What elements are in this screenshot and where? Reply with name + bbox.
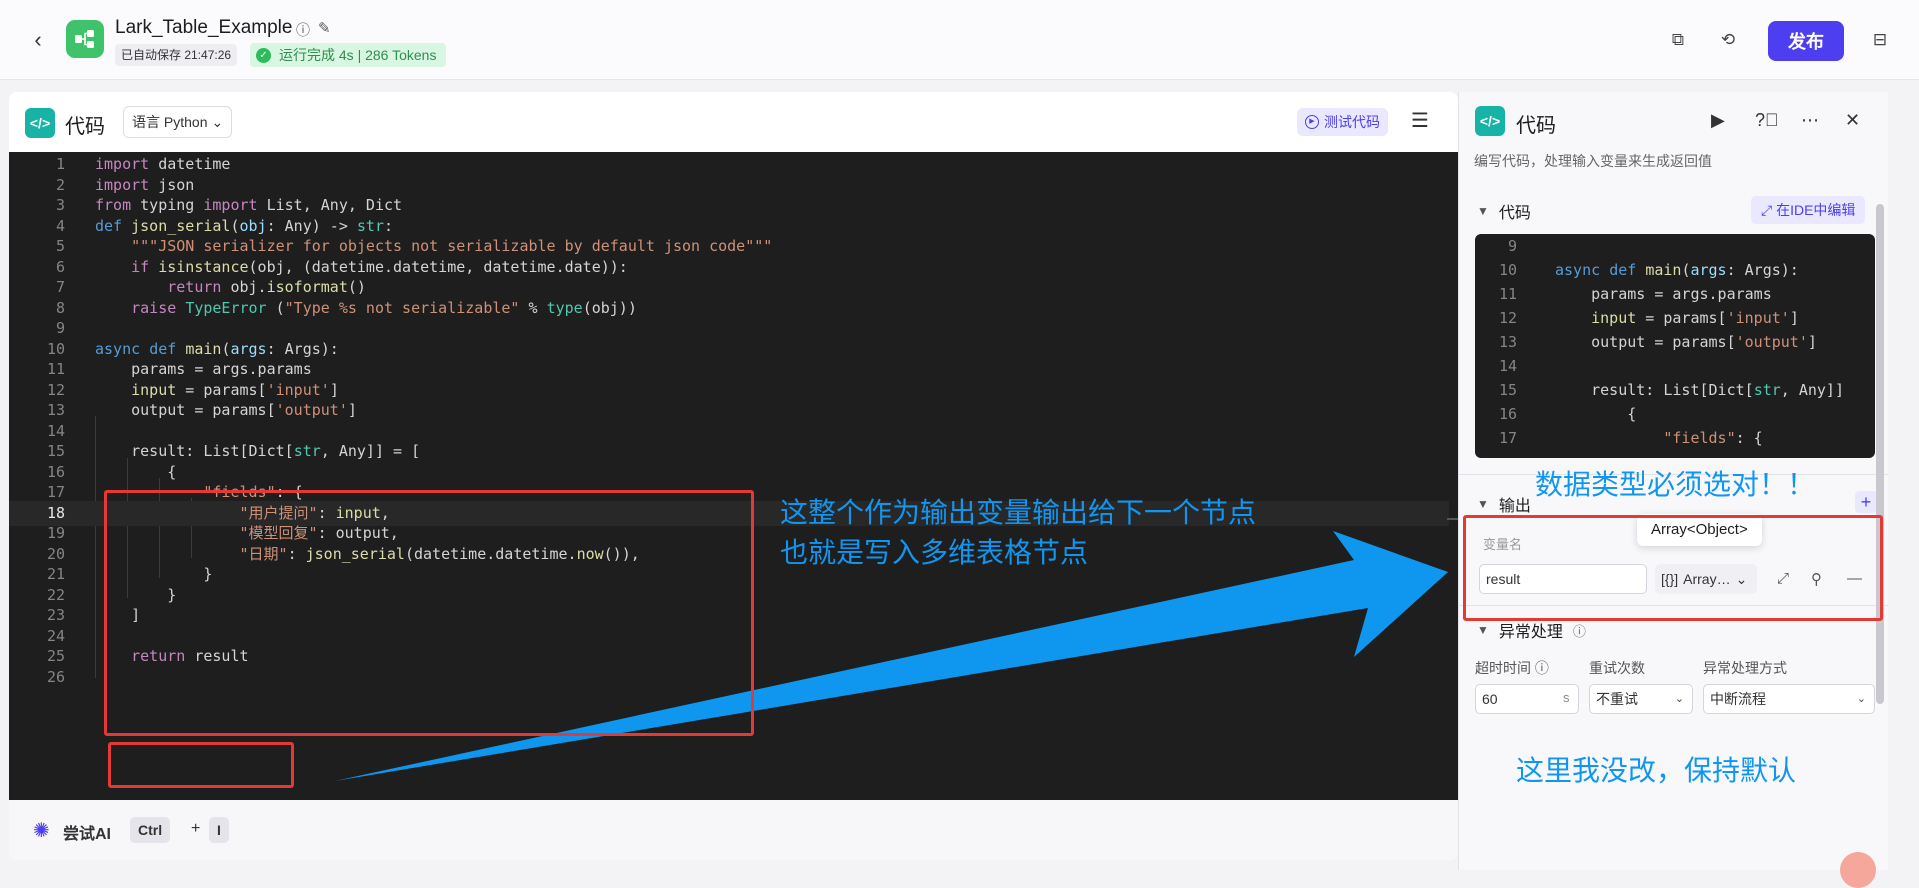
annotation-note-line2: 也就是写入多维表格节点 xyxy=(780,536,1089,569)
annotation-box-return xyxy=(108,742,294,788)
annotation-note-line1: 这整个作为输出变量输出给下一个节点 xyxy=(780,496,1257,529)
annotation-arrow xyxy=(335,531,1448,781)
annotation-default-note: 这里我没改，保持默认 xyxy=(1516,754,1797,787)
annotation-type-note: 数据类型必须选对！！ xyxy=(1535,468,1816,501)
annotation-box-output xyxy=(1463,515,1883,621)
annotation-box-result xyxy=(104,490,754,736)
